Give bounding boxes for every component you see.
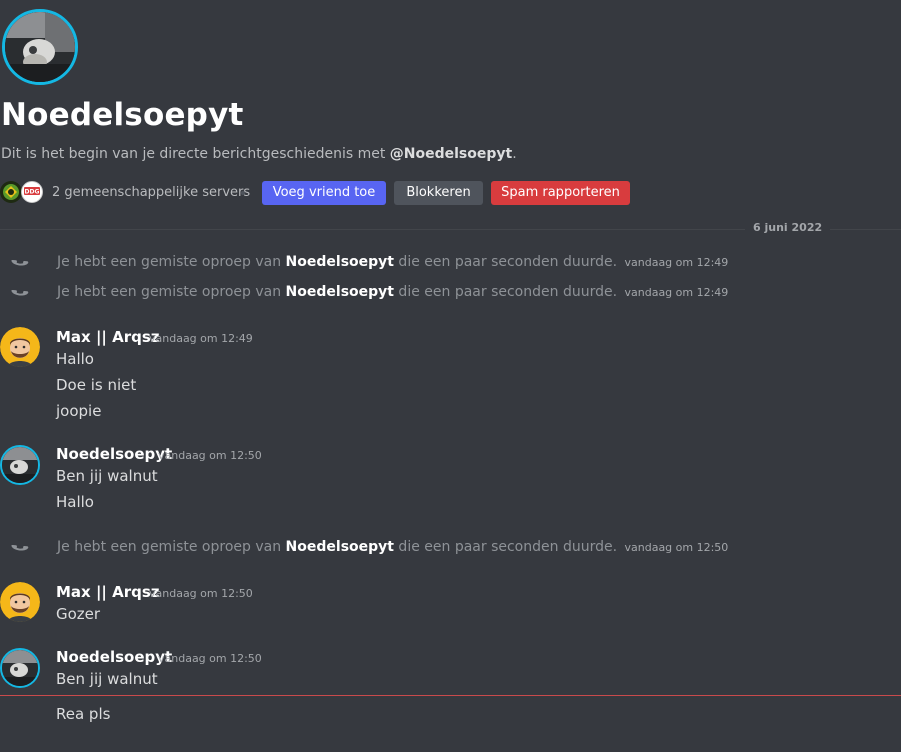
profile-avatar[interactable] bbox=[2, 9, 78, 85]
date-divider-label: 6 juni 2022 bbox=[745, 221, 831, 234]
server-icon[interactable] bbox=[0, 181, 22, 203]
message-text: Hallo bbox=[56, 493, 94, 511]
intro-prefix: Dit is het begin van je directe berichtg… bbox=[1, 146, 390, 162]
mutual-servers-link[interactable]: 2 gemeenschappelijke servers bbox=[52, 185, 250, 200]
message-text: Ben jij walnut bbox=[56, 467, 158, 485]
report-spam-button[interactable]: Spam rapporteren bbox=[491, 181, 630, 205]
add-friend-button[interactable]: Voeg vriend toe bbox=[262, 181, 386, 205]
missed-call-row: Je hebt een gemiste oproep van Noedelsoe… bbox=[0, 253, 901, 275]
message-author[interactable]: Noedelsoepyt bbox=[56, 445, 172, 463]
missed-call-prefix: Je hebt een gemiste oproep van bbox=[57, 284, 286, 300]
message-text: Ben jij walnut bbox=[56, 670, 158, 688]
message-text: Gozer bbox=[56, 605, 101, 623]
message-author[interactable]: Noedelsoepyt bbox=[56, 648, 172, 666]
profile-name: Noedelsoepyt bbox=[1, 97, 244, 133]
missed-call-suffix: die een paar seconden duurde. bbox=[393, 539, 618, 555]
block-button[interactable]: Blokkeren bbox=[394, 181, 483, 205]
message-text: Rea pls bbox=[56, 705, 111, 723]
timestamp[interactable]: vandaag om 12:50 bbox=[625, 541, 729, 554]
timestamp[interactable]: vandaag om 12:49 bbox=[625, 256, 729, 269]
ddg-server-icon[interactable]: DDG bbox=[21, 181, 43, 203]
intro-suffix: . bbox=[512, 146, 517, 162]
dm-intro-text: Dit is het begin van je directe berichtg… bbox=[1, 146, 517, 162]
message-author[interactable]: Max || Arqsz bbox=[56, 328, 160, 346]
message-text: joopie bbox=[56, 402, 102, 420]
avatar[interactable] bbox=[0, 445, 40, 485]
missed-call-text: Je hebt een gemiste oproep van Noedelsoe… bbox=[57, 539, 728, 555]
missed-call-row: Je hebt een gemiste oproep van Noedelsoe… bbox=[0, 283, 901, 305]
missed-call-row: Je hebt een gemiste oproep van Noedelsoe… bbox=[0, 538, 901, 560]
missed-call-suffix: die een paar seconden duurde. bbox=[393, 254, 618, 270]
missed-call-user[interactable]: Noedelsoepyt bbox=[286, 539, 394, 555]
message-timestamp[interactable]: vandaag om 12:50 bbox=[158, 449, 262, 462]
missed-call-prefix: Je hebt een gemiste oproep van bbox=[57, 539, 286, 555]
avatar[interactable] bbox=[0, 582, 40, 622]
missed-call-text: Je hebt een gemiste oproep van Noedelsoe… bbox=[57, 284, 728, 300]
mutual-servers-row: DDG 2 gemeenschappelijke servers Voeg vr… bbox=[0, 180, 901, 206]
avatar[interactable] bbox=[0, 648, 40, 688]
intro-mention[interactable]: @Noedelsoepyt bbox=[390, 146, 512, 162]
message-author[interactable]: Max || Arqsz bbox=[56, 583, 160, 601]
new-messages-divider bbox=[0, 695, 901, 696]
missed-call-suffix: die een paar seconden duurde. bbox=[393, 284, 618, 300]
message-text: Hallo bbox=[56, 350, 94, 368]
message-text: Doe is niet bbox=[56, 376, 137, 394]
missed-call-icon bbox=[11, 259, 29, 266]
timestamp[interactable]: vandaag om 12:49 bbox=[625, 286, 729, 299]
avatar[interactable] bbox=[0, 327, 40, 367]
missed-call-user[interactable]: Noedelsoepyt bbox=[286, 254, 394, 270]
missed-call-user[interactable]: Noedelsoepyt bbox=[286, 284, 394, 300]
missed-call-icon bbox=[11, 289, 29, 296]
missed-call-icon bbox=[11, 544, 29, 551]
message-timestamp[interactable]: vandaag om 12:50 bbox=[149, 587, 253, 600]
message-timestamp[interactable]: vandaag om 12:49 bbox=[149, 332, 253, 345]
missed-call-prefix: Je hebt een gemiste oproep van bbox=[57, 254, 286, 270]
ddg-icon-text: DDG bbox=[25, 189, 40, 196]
message-timestamp[interactable]: vandaag om 12:50 bbox=[158, 652, 262, 665]
separator-dot bbox=[241, 191, 245, 195]
missed-call-text: Je hebt een gemiste oproep van Noedelsoe… bbox=[57, 254, 728, 270]
